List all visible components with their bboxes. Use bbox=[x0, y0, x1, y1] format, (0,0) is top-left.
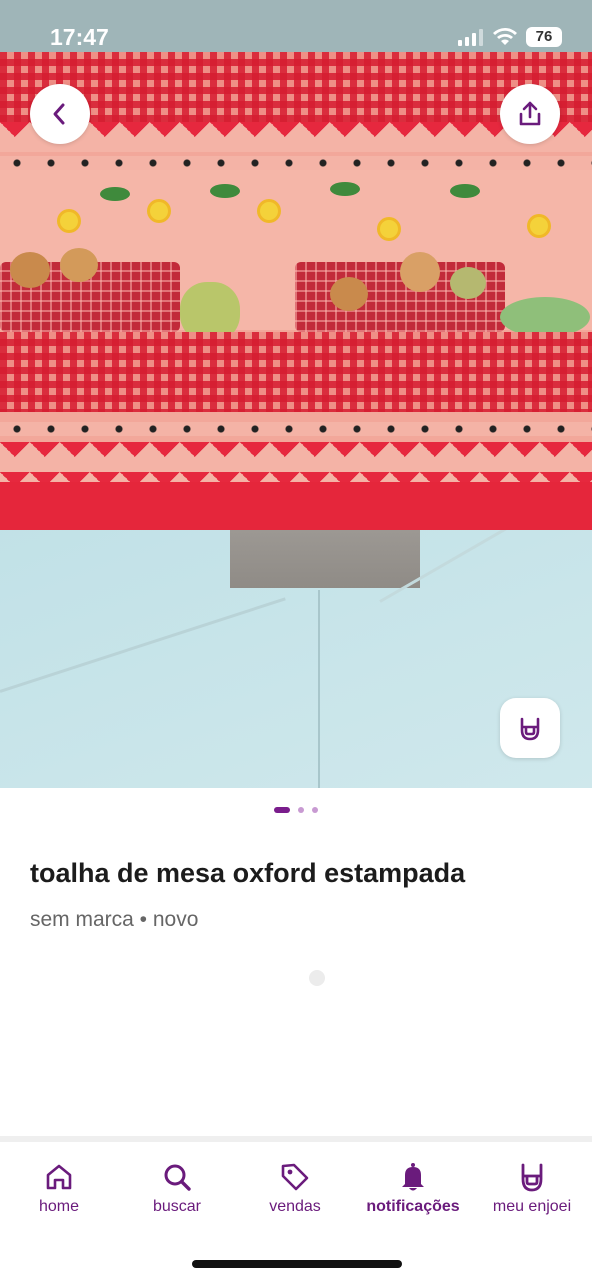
fruit-motif bbox=[10, 252, 50, 288]
house-icon bbox=[46, 1164, 72, 1190]
status-time: 17:47 bbox=[50, 24, 109, 50]
loading-indicator bbox=[309, 970, 325, 986]
pager-dot-active[interactable] bbox=[274, 807, 290, 813]
share-icon bbox=[519, 101, 541, 126]
nav-home[interactable]: home bbox=[0, 1160, 118, 1216]
leaf-motif bbox=[210, 184, 240, 198]
tag-icon bbox=[281, 1163, 309, 1191]
image-pager[interactable] bbox=[0, 803, 592, 817]
marble-vein bbox=[0, 597, 286, 693]
wifi-icon bbox=[493, 28, 517, 45]
dot-row bbox=[0, 422, 592, 436]
flower-motif bbox=[380, 220, 398, 238]
rock-hand-icon bbox=[521, 1163, 543, 1192]
pager-dot[interactable] bbox=[312, 807, 318, 813]
chevron-left-icon bbox=[53, 103, 65, 125]
leaf-motif bbox=[100, 187, 130, 201]
floor-seam bbox=[318, 590, 320, 788]
nav-label: meu enjoei bbox=[492, 1198, 572, 1215]
leaf-motif bbox=[450, 184, 480, 198]
pager-dot[interactable] bbox=[298, 807, 304, 813]
product-title: toalha de mesa oxford estampada bbox=[30, 858, 466, 888]
fruit-motif bbox=[400, 252, 440, 292]
nav-vendas[interactable]: vendas bbox=[236, 1160, 354, 1216]
fruit-motif bbox=[330, 277, 368, 311]
product-meta: sem marca • novo bbox=[30, 908, 199, 931]
bottom-nav: home buscar vendas notificações meu enjo… bbox=[0, 1136, 592, 1280]
zigzag-border bbox=[0, 442, 592, 482]
flower-motif bbox=[530, 217, 548, 235]
product-photo[interactable]: 17:47 76 bbox=[0, 0, 592, 788]
enjoei-rock-button[interactable] bbox=[500, 698, 560, 758]
nav-label: notificações bbox=[366, 1198, 460, 1215]
nav-label: buscar bbox=[152, 1198, 202, 1215]
nav-notificacoes[interactable]: notificações bbox=[354, 1160, 472, 1216]
red-hem bbox=[0, 482, 592, 530]
flower-motif bbox=[260, 202, 278, 220]
dot-row bbox=[0, 156, 592, 170]
leaf-motif bbox=[330, 182, 360, 196]
battery-indicator: 76 bbox=[526, 27, 562, 47]
fruit-motif bbox=[500, 297, 590, 337]
status-bar: 17:47 76 bbox=[0, 0, 592, 60]
search-icon bbox=[164, 1164, 191, 1191]
nav-buscar[interactable]: buscar bbox=[118, 1160, 236, 1216]
nav-label: home bbox=[38, 1198, 80, 1215]
bell-icon bbox=[402, 1163, 424, 1191]
nav-meu-enjoei[interactable]: meu enjoei bbox=[473, 1160, 591, 1216]
signal-icon bbox=[458, 29, 483, 46]
flower-motif bbox=[60, 212, 78, 230]
share-button[interactable] bbox=[500, 84, 560, 144]
flower-motif bbox=[150, 202, 168, 220]
fruit-motif bbox=[60, 248, 98, 282]
nav-label: vendas bbox=[269, 1198, 321, 1215]
home-indicator bbox=[192, 1260, 402, 1268]
fruit-motif bbox=[450, 267, 486, 299]
rock-hand-icon bbox=[520, 717, 540, 741]
back-button[interactable] bbox=[30, 84, 90, 144]
gingham-band bbox=[0, 332, 592, 412]
